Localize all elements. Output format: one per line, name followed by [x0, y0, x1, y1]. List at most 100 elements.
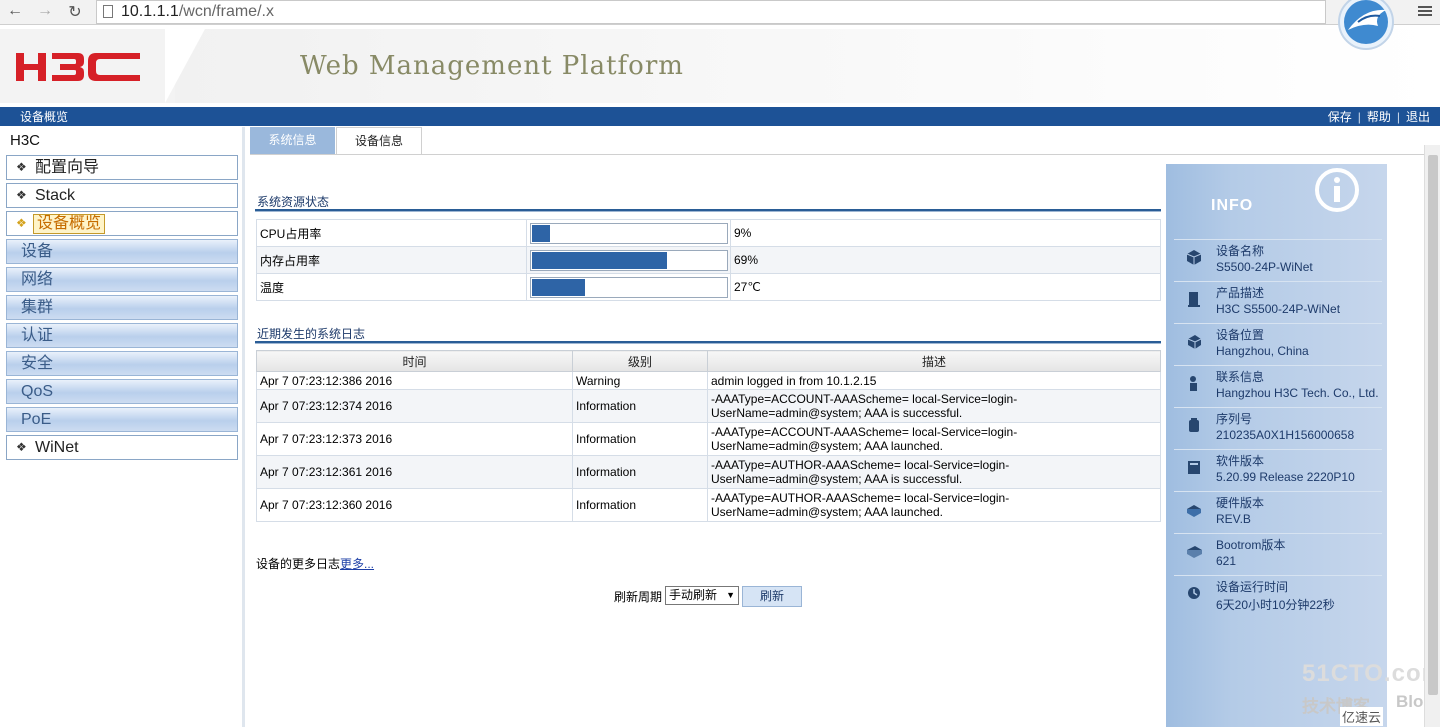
- log-description: -AAAType=AUTHOR-AAAScheme= local-Service…: [707, 455, 1161, 489]
- log-level: Information: [572, 389, 708, 423]
- sidebar-item-poe[interactable]: PoE: [6, 407, 238, 432]
- logs-table: 时间 级别 描述 Apr 7 07:23:12:386 2016 Warning…: [256, 350, 1161, 522]
- sidebar-item-winet[interactable]: ❖ WiNet: [6, 435, 238, 460]
- url-path: /wcn/frame/.x: [178, 3, 274, 20]
- tab-device-info[interactable]: 设备信息: [336, 127, 422, 154]
- menu-icon[interactable]: [1418, 4, 1432, 18]
- sidebar-item-overview[interactable]: ❖ 设备概览: [6, 211, 238, 236]
- more-logs-label: 设备的更多日志: [256, 557, 341, 571]
- sidebar-title: H3C: [10, 132, 41, 149]
- yisuyun-logo: 亿速云: [1340, 707, 1384, 726]
- tab-system-info[interactable]: 系统信息: [250, 127, 335, 154]
- bird-extension-icon[interactable]: [1334, 0, 1400, 50]
- sidebar-item-qos[interactable]: QoS: [6, 379, 238, 404]
- scrollbar[interactable]: [1424, 145, 1440, 727]
- divider: [255, 341, 1161, 344]
- info-value: 5.20.99 Release 2220P10: [1216, 470, 1355, 484]
- info-key: 序列号: [1216, 412, 1253, 426]
- info-key: 联系信息: [1216, 370, 1265, 384]
- info-key: 设备运行时间: [1216, 580, 1289, 594]
- product-icon: [1188, 292, 1200, 307]
- bootrom-icon: [1187, 546, 1202, 558]
- column-header-level: 级别: [572, 350, 708, 372]
- info-row: 序列号 210235A0X1H156000658: [1174, 407, 1382, 449]
- diamond-icon: ❖: [16, 188, 27, 202]
- table-row: Apr 7 07:23:12:360 2016 Information -AAA…: [256, 488, 1161, 522]
- info-row: 设备名称 S5500-24P-WiNet: [1174, 239, 1382, 281]
- info-value: 6天20小时10分钟22秒: [1216, 598, 1335, 612]
- info-row: 联系信息 Hangzhou H3C Tech. Co., Ltd.: [1174, 365, 1382, 407]
- info-key: 硬件版本: [1216, 496, 1265, 510]
- log-description: -AAAType=AUTHOR-AAAScheme= local-Service…: [707, 488, 1161, 522]
- diamond-icon: ❖: [16, 440, 27, 454]
- refresh-button[interactable]: 刷新: [742, 586, 802, 607]
- log-time: Apr 7 07:23:12:386 2016: [256, 371, 573, 390]
- temperature-bar: [530, 276, 728, 298]
- help-link[interactable]: 帮助: [1367, 108, 1391, 127]
- sidebar: H3C ❖ 配置向导 ❖ Stack ❖ 设备概览 设备 网络 集群 认证 安全 Qo…: [0, 127, 245, 727]
- url-host: 10.1.1.1: [121, 3, 179, 20]
- info-row: 硬件版本 REV.B: [1174, 491, 1382, 533]
- back-icon[interactable]: ←: [4, 2, 26, 20]
- table-row: Apr 7 07:23:12:361 2016 Information -AAA…: [256, 455, 1161, 489]
- info-value: 210235A0X1H156000658: [1216, 428, 1355, 442]
- resource-value: 69%: [730, 246, 1161, 274]
- log-level: Information: [572, 422, 708, 456]
- info-key: 设备名称: [1216, 244, 1265, 258]
- log-time: Apr 7 07:23:12:374 2016: [256, 389, 573, 423]
- resource-name: 内存占用率: [256, 246, 527, 274]
- info-title: INFO: [1211, 197, 1254, 214]
- sidebar-item-network[interactable]: 网络: [6, 267, 238, 292]
- tab-bar: 系统信息 设备信息: [250, 127, 1425, 155]
- column-header-description: 描述: [707, 350, 1161, 372]
- sidebar-item-cluster[interactable]: 集群: [6, 295, 238, 320]
- log-level: Information: [572, 455, 708, 489]
- log-description: admin logged in from 10.1.2.15: [707, 371, 1161, 390]
- sidebar-item-stack[interactable]: ❖ Stack: [6, 183, 238, 208]
- sidebar-item-auth[interactable]: 认证: [6, 323, 238, 348]
- info-panel: INFO 设备名称 S5500-24P-WiNet 产品描述 H3C S5500-24…: [1166, 164, 1387, 727]
- table-header-row: 时间 级别 描述: [256, 350, 1161, 372]
- sidebar-item-device[interactable]: 设备: [6, 239, 238, 264]
- clock-icon: [1188, 587, 1200, 599]
- browser-toolbar: ← → ↻ 10.1.1.1/wcn/frame/.x: [0, 0, 1440, 25]
- info-row: 设备运行时间 6天20小时10分钟22秒: [1174, 575, 1382, 617]
- scrollbar-thumb[interactable]: [1428, 155, 1438, 695]
- location-icon: [1187, 335, 1202, 349]
- more-logs: 设备的更多日志更多...: [256, 555, 374, 572]
- dropdown-arrow-icon: ▼: [726, 590, 735, 600]
- hardware-icon: [1187, 505, 1201, 517]
- info-key: Bootrom版本: [1216, 538, 1286, 552]
- top-links: 保存 | 帮助 | 退出: [1328, 108, 1430, 127]
- refresh-period-label: 刷新周期: [614, 590, 663, 604]
- forward-icon[interactable]: →: [34, 2, 56, 20]
- table-row: Apr 7 07:23:12:373 2016 Information -AAA…: [256, 422, 1161, 456]
- software-icon: [1188, 461, 1200, 474]
- info-row: 软件版本 5.20.99 Release 2220P10: [1174, 449, 1382, 491]
- sidebar-item-wizard[interactable]: ❖ 配置向导: [6, 155, 238, 180]
- diamond-icon: ❖: [16, 216, 27, 230]
- cpu-usage-bar: [530, 222, 728, 244]
- diamond-icon: ❖: [16, 160, 27, 174]
- address-bar[interactable]: 10.1.1.1/wcn/frame/.x: [96, 0, 1326, 24]
- info-icon: [1315, 168, 1359, 212]
- bar-fill: [532, 224, 550, 242]
- reload-icon[interactable]: ↻: [64, 2, 86, 22]
- info-row: 产品描述 H3C S5500-24P-WiNet: [1174, 281, 1382, 323]
- logout-link[interactable]: 退出: [1406, 108, 1430, 127]
- save-link[interactable]: 保存: [1328, 108, 1352, 127]
- refresh-period-select[interactable]: 手动刷新 ▼: [665, 586, 739, 605]
- watermark: 51CTO.com 技术博客 Blog 亿速云: [1302, 660, 1440, 726]
- info-value: REV.B: [1216, 512, 1251, 526]
- more-logs-link[interactable]: 更多...: [340, 557, 374, 571]
- resource-value: 27℃: [730, 273, 1161, 301]
- sidebar-item-security[interactable]: 安全: [6, 351, 238, 376]
- top-nav-bar: 设备概览 保存 | 帮助 | 退出: [0, 107, 1440, 126]
- table-row: CPU占用率 9%: [256, 219, 1161, 247]
- page-icon: [103, 5, 113, 18]
- divider: [255, 209, 1161, 212]
- log-level: Warning: [572, 371, 708, 390]
- resource-name: CPU占用率: [256, 219, 527, 247]
- table-row: Apr 7 07:23:12:374 2016 Information -AAA…: [256, 389, 1161, 423]
- header-banner: Web Management Platform: [0, 25, 1440, 107]
